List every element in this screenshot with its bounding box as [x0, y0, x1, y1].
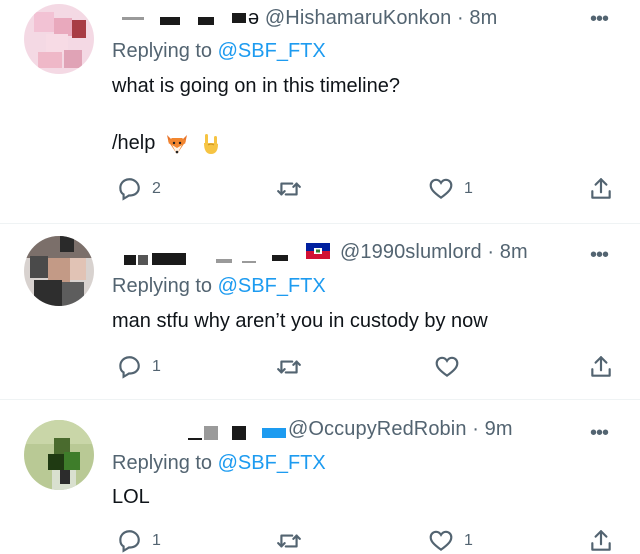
reply-icon — [119, 356, 140, 379]
reply-icon — [119, 178, 140, 201]
share-button[interactable] — [588, 354, 614, 380]
reply-count: 1 — [152, 532, 161, 549]
tweet-text-line2: /help — [112, 130, 223, 156]
replying-to: Replying to @SBF_FTX — [112, 40, 326, 62]
share-button[interactable] — [588, 528, 614, 554]
like-count: 1 — [464, 532, 473, 549]
rock-hand-emoji-icon — [203, 133, 218, 154]
retweet-icon — [277, 182, 301, 196]
heart-icon — [429, 530, 453, 551]
mention-link[interactable]: @SBF_FTX — [218, 452, 326, 474]
replying-to: Replying to @SBF_FTX — [112, 275, 326, 297]
reply-icon — [119, 530, 140, 553]
share-button[interactable] — [588, 176, 614, 202]
avatar[interactable] — [24, 236, 94, 306]
share-icon — [591, 356, 611, 377]
avatar[interactable] — [24, 420, 94, 490]
author-handle[interactable]: @1990slumlord · 8m — [340, 241, 528, 264]
tweet-reply[interactable]: @OccupyRedRobin · 9m ••• Replying to @SB… — [0, 400, 640, 554]
retweet-button[interactable] — [276, 176, 312, 202]
like-button[interactable]: 1 — [428, 528, 473, 554]
like-count: 1 — [464, 180, 473, 197]
tweet-reply[interactable]: ə @HishamaruKonkon · 8m ••• Replying to … — [0, 0, 640, 224]
timestamp[interactable]: 9m — [485, 418, 513, 440]
reply-button[interactable]: 1 — [116, 528, 161, 554]
author-handle[interactable]: ə @HishamaruKonkon · 8m — [248, 7, 497, 30]
reply-button[interactable]: 1 — [116, 354, 161, 380]
heart-icon — [435, 356, 459, 377]
timestamp[interactable]: 8m — [500, 241, 528, 263]
heart-icon — [429, 178, 453, 199]
like-button[interactable]: 1 — [428, 176, 473, 202]
reply-count: 1 — [152, 358, 161, 375]
mention-link[interactable]: @SBF_FTX — [218, 40, 326, 62]
share-icon — [591, 178, 611, 199]
timestamp[interactable]: 8m — [469, 7, 497, 29]
tweet-text: LOL — [112, 486, 150, 508]
reply-count: 2 — [152, 180, 161, 197]
author-handle[interactable]: @OccupyRedRobin · 9m — [288, 418, 513, 441]
tweet-reply[interactable]: @1990slumlord · 8m ••• Replying to @SBF_… — [0, 224, 640, 400]
tweet-text: man stfu why aren’t you in custody by no… — [112, 310, 488, 332]
retweet-icon — [277, 360, 301, 374]
fox-emoji-icon — [166, 134, 187, 154]
retweet-button[interactable] — [276, 528, 312, 554]
share-icon — [591, 530, 611, 551]
haiti-flag-icon — [306, 243, 330, 259]
more-icon[interactable]: ••• — [590, 9, 609, 29]
replying-to: Replying to @SBF_FTX — [112, 452, 326, 474]
like-button[interactable] — [434, 354, 470, 380]
retweet-icon — [277, 534, 301, 548]
avatar[interactable] — [24, 4, 94, 74]
mention-link[interactable]: @SBF_FTX — [218, 275, 326, 297]
more-icon[interactable]: ••• — [590, 423, 609, 443]
tweet-text: what is going on in this timeline? — [112, 75, 400, 97]
retweet-button[interactable] — [276, 354, 312, 380]
reply-button[interactable]: 2 — [116, 176, 161, 202]
more-icon[interactable]: ••• — [590, 245, 609, 265]
